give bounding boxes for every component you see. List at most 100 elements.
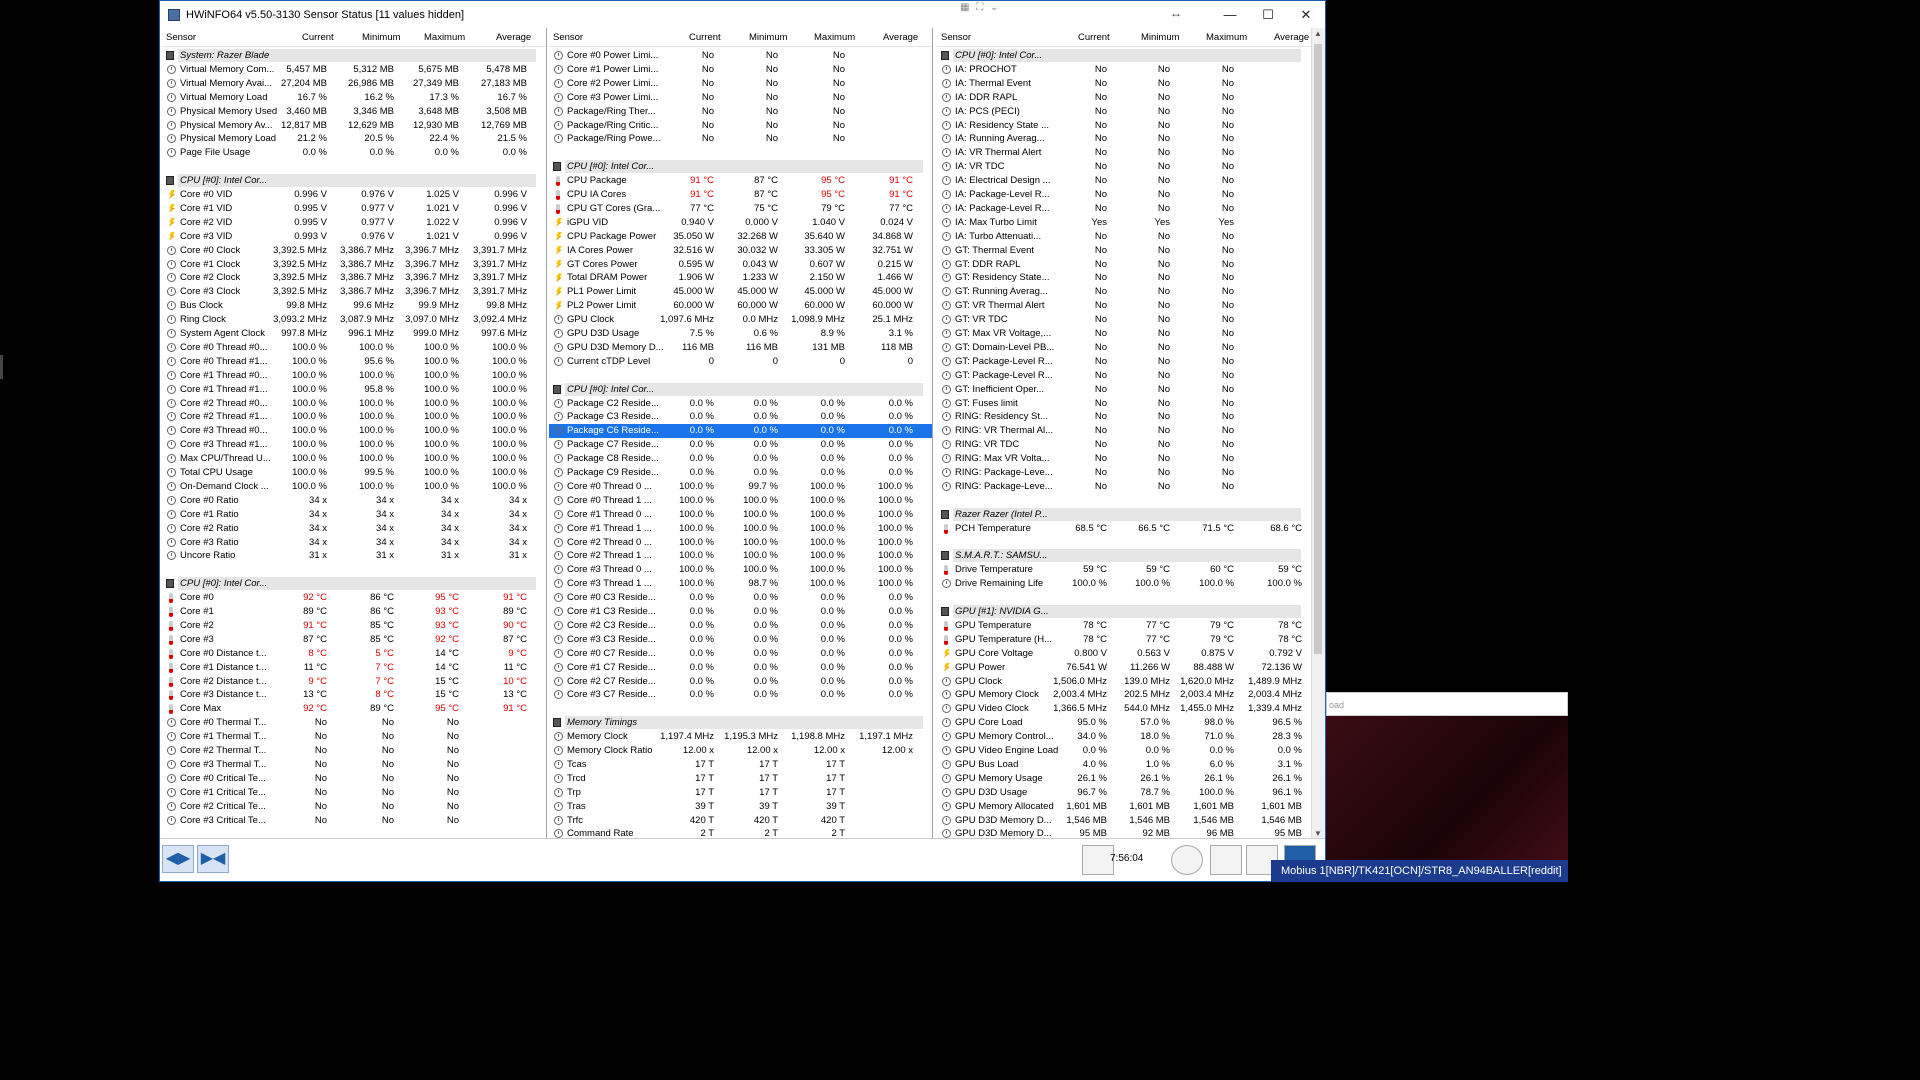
sensor-row[interactable]: Core #0 Thread #1... 100.0 % 95.6 % 100.0 %… (162, 355, 546, 369)
sensor-row[interactable]: Core #0 Thermal T... No No No (162, 716, 546, 730)
column-header-minimum[interactable]: Minimum (749, 32, 788, 43)
sensor-row[interactable]: Core #3 Clock 3,392.5 MHz 3,386.7 MHz 3,396… (162, 285, 546, 299)
sensor-row[interactable]: Core #0 Power Limi... No No No (549, 49, 932, 63)
sensor-row[interactable]: GPU Memory Control... 34.0 % 18.0 % 71.0 % 2… (937, 730, 1311, 744)
sensor-row[interactable]: Drive Temperature 59 °C 59 °C 60 °C 59 °C (937, 563, 1311, 577)
sensor-row[interactable]: CPU GT Cores (Gra... 77 °C 75 °C 79 °C 77 °C (549, 202, 932, 216)
sensor-row[interactable]: Core #0 Thread #0... 100.0 % 100.0 % 100.0 … (162, 341, 546, 355)
sensor-row[interactable]: RING: VR Thermal Al... No No No (937, 424, 1311, 438)
sensor-row[interactable]: IA: PROCHOT No No No (937, 63, 1311, 77)
sensor-row[interactable]: Package/Ring Critic... No No No (549, 119, 932, 133)
sensor-row[interactable]: Package C3 Reside... 0.0 % 0.0 % 0.0 % 0.0 % (549, 410, 932, 424)
sensor-row[interactable]: GPU Bus Load 4.0 % 1.0 % 6.0 % 3.1 % (937, 758, 1311, 772)
sensor-group-header[interactable]: GPU [#1]: NVIDIA G... (937, 605, 1311, 619)
sensor-row[interactable]: GT: VR Thermal Alert No No No (937, 299, 1311, 313)
sensor-row[interactable]: Core #0 Clock 3,392.5 MHz 3,386.7 MHz 3,396… (162, 244, 546, 258)
sensor-row[interactable]: GPU Clock 1,506.0 MHz 139.0 MHz 1,620.0 MHz… (937, 675, 1311, 689)
sensor-row[interactable]: Memory Clock 1,197.4 MHz 1,195.3 MHz 1,198.… (549, 730, 932, 744)
column-header[interactable]: Sensor Current Minimum Maximum Average (937, 30, 1311, 47)
previous-button[interactable]: ◀▶ (162, 845, 194, 873)
sensor-row[interactable]: Core Max 92 °C 89 °C 95 °C 91 °C (162, 702, 546, 716)
sensor-row[interactable]: Core #0 92 °C 86 °C 95 °C 91 °C (162, 591, 546, 605)
sensor-row[interactable]: Package C7 Reside... 0.0 % 0.0 % 0.0 % 0.0 % (549, 438, 932, 452)
sensor-row[interactable]: GPU Temperature (H... 78 °C 77 °C 79 °C 78 °… (937, 633, 1311, 647)
sensor-row[interactable]: Drive Remaining Life 100.0 % 100.0 % 100.0 … (937, 577, 1311, 591)
sensor-group-header[interactable]: CPU [#0]: Intel Cor... (549, 382, 932, 397)
sensor-row[interactable]: Core #3 VID 0.993 V 0.976 V 1.021 V 0.996 V (162, 230, 546, 244)
sensor-row[interactable]: Core #3 Thermal T... No No No (162, 758, 546, 772)
sensor-row[interactable]: Trfc 420 T 420 T 420 T (549, 814, 932, 828)
sensor-group-header[interactable]: CPU [#0]: Intel Cor... (549, 160, 932, 174)
sensor-row[interactable]: Memory Clock Ratio 12.00 x 12.00 x 12.00 x 1… (549, 744, 932, 758)
sensor-row[interactable]: Core #3 Thread 0 ... 100.0 % 100.0 % 100.0 … (549, 563, 932, 577)
sensor-row[interactable]: GT: Thermal Event No No No (937, 244, 1311, 258)
log-file-button[interactable] (1210, 845, 1242, 875)
vertical-scrollbar[interactable]: ▲ ▼ (1311, 28, 1325, 839)
sensor-row[interactable]: On-Demand Clock ... 100.0 % 100.0 % 100.0 %… (162, 480, 546, 494)
close-button[interactable]: ✕ (1287, 7, 1325, 23)
sensor-row[interactable]: GT: Package-Level R... No No No (937, 369, 1311, 383)
sensor-row[interactable]: GPU Clock 1,097.6 MHz 0.0 MHz 1,098.9 MHz 25… (549, 313, 932, 327)
sensor-row[interactable]: Core #1 Power Limi... No No No (549, 63, 932, 77)
sensor-row[interactable]: GPU Power 76.541 W 11.266 W 88.488 W 72.136 … (937, 661, 1311, 675)
sensor-row[interactable]: GPU Temperature 78 °C 77 °C 79 °C 78 °C (937, 619, 1311, 633)
sensor-row[interactable]: Core #2 C7 Reside... 0.0 % 0.0 % 0.0 % 0.0 % (549, 675, 932, 689)
sensor-row[interactable]: GT Cores Power 0.595 W 0.043 W 0.607 W 0.215… (549, 258, 932, 272)
sensor-row[interactable]: Core #3 Ratio 34 x 34 x 34 x 34 x (162, 536, 546, 550)
sensor-row[interactable]: GPU Video Clock 1,366.5 MHz 544.0 MHz 1,455… (937, 702, 1311, 716)
sensor-row[interactable]: RING: Package-Leve... No No No (937, 480, 1311, 494)
sensor-row[interactable]: Bus Clock 99.8 MHz 99.6 MHz 99.9 MHz 99.8 MH… (162, 299, 546, 313)
sensor-row[interactable]: Virtual Memory Load 16.7 % 16.2 % 17.3 % 16.… (162, 91, 546, 105)
sensor-row[interactable]: GT: Domain-Level PB... No No No (937, 341, 1311, 355)
sensor-group-header[interactable]: Razer Razer (Intel P... (937, 507, 1311, 522)
sensor-row[interactable]: RING: Package-Leve... No No No (937, 466, 1311, 480)
sensor-row[interactable]: Core #2 91 °C 85 °C 93 °C 90 °C (162, 619, 546, 633)
sensor-row[interactable]: Physical Memory Load 21.2 % 20.5 % 22.4 % 21… (162, 132, 546, 146)
column-header[interactable]: Sensor Current Minimum Maximum Average (162, 30, 546, 47)
sensor-row[interactable]: Core #1 C3 Reside... 0.0 % 0.0 % 0.0 % 0.0 % (549, 605, 932, 619)
sensor-row[interactable]: IA: Package-Level R... No No No (937, 202, 1311, 216)
sensor-row[interactable]: Ring Clock 3,093.2 MHz 3,087.9 MHz 3,097.0 … (162, 313, 546, 327)
sensor-row[interactable]: IA: Max Turbo Limit Yes Yes Yes (937, 216, 1311, 230)
column-header-average[interactable]: Average (883, 32, 918, 43)
sensor-row[interactable]: CPU Package 91 °C 87 °C 95 °C 91 °C (549, 174, 932, 188)
sensor-row[interactable]: RING: VR TDC No No No (937, 438, 1311, 452)
column-header-maximum[interactable]: Maximum (424, 32, 465, 43)
sensor-row[interactable]: Tcas 17 T 17 T 17 T (549, 758, 932, 772)
sensor-row[interactable]: Core #2 Critical Te... No No No (162, 800, 546, 814)
sensor-row[interactable]: Core #3 Thread #1... 100.0 % 100.0 % 100.0 … (162, 438, 546, 452)
sensor-row[interactable]: Core #2 Thread 0 ... 100.0 % 100.0 % 100.0 … (549, 536, 932, 550)
maximize-button[interactable]: ☐ (1249, 7, 1287, 23)
sensor-row[interactable]: Core #2 Power Limi... No No No (549, 77, 932, 91)
sensor-row[interactable]: Core #2 VID 0.995 V 0.977 V 1.022 V 0.996 V (162, 216, 546, 230)
sensor-row[interactable]: Core #0 Distance t... 8 °C 5 °C 14 °C 9 °C (162, 647, 546, 661)
column-header-maximum[interactable]: Maximum (1206, 32, 1247, 43)
sensor-row[interactable]: Core #2 Thread #0... 100.0 % 100.0 % 100.0 … (162, 397, 546, 411)
sensor-row[interactable]: Page File Usage 0.0 % 0.0 % 0.0 % 0.0 % (162, 146, 546, 160)
sensor-row[interactable]: IA: Thermal Event No No No (937, 77, 1311, 91)
sensor-row[interactable]: IA: VR Thermal Alert No No No (937, 146, 1311, 160)
sensor-row[interactable]: Core #1 Thread #1... 100.0 % 95.8 % 100.0 %… (162, 383, 546, 397)
sensor-row[interactable]: Package C8 Reside... 0.0 % 0.0 % 0.0 % 0.0 % (549, 452, 932, 466)
sensor-row[interactable]: IA: Turbo Attenuati... No No No (937, 230, 1311, 244)
sensor-row[interactable]: Core #3 Critical Te... No No No (162, 814, 546, 828)
sensor-group-header[interactable]: Memory Timings (549, 716, 932, 730)
sensor-row[interactable]: Core #2 Thread 1 ... 100.0 % 100.0 % 100.0 … (549, 549, 932, 563)
sensor-row[interactable]: GPU Memory Usage 26.1 % 26.1 % 26.1 % 26.1 % (937, 772, 1311, 786)
sensor-row[interactable]: Core #3 C3 Reside... 0.0 % 0.0 % 0.0 % 0.0 % (549, 633, 932, 647)
sensor-row[interactable]: Core #0 Thread 0 ... 100.0 % 99.7 % 100.0 %… (549, 480, 932, 494)
sensor-row[interactable]: Core #1 Clock 3,392.5 MHz 3,386.7 MHz 3,396… (162, 258, 546, 272)
sensor-row[interactable]: IA: Residency State ... No No No (937, 119, 1311, 133)
sensor-row[interactable]: Package/Ring Ther... No No No (549, 105, 932, 119)
minimize-button[interactable]: — (1211, 7, 1249, 22)
sensor-row[interactable]: GT: Running Averag... No No No (937, 285, 1311, 299)
sensor-row[interactable]: RING: Residency St... No No No (937, 410, 1311, 424)
sensor-row[interactable]: Core #1 Ratio 34 x 34 x 34 x 34 x (162, 508, 546, 522)
sensor-row[interactable]: Core #1 Thread 0 ... 100.0 % 100.0 % 100.0 … (549, 508, 932, 522)
sensor-row[interactable]: Core #1 Thread #0... 100.0 % 100.0 % 100.0 … (162, 369, 546, 383)
sensor-group-header[interactable]: System: Razer Blade (162, 49, 546, 63)
sensor-row[interactable]: Core #1 Thermal T... No No No (162, 730, 546, 744)
sensor-row[interactable]: Package/Ring Powe... No No No (549, 132, 932, 146)
sensor-row[interactable]: PL1 Power Limit 45.000 W 45.000 W 45.000 W 4… (549, 285, 932, 299)
sensor-row[interactable]: Core #2 Clock 3,392.5 MHz 3,386.7 MHz 3,396… (162, 271, 546, 285)
